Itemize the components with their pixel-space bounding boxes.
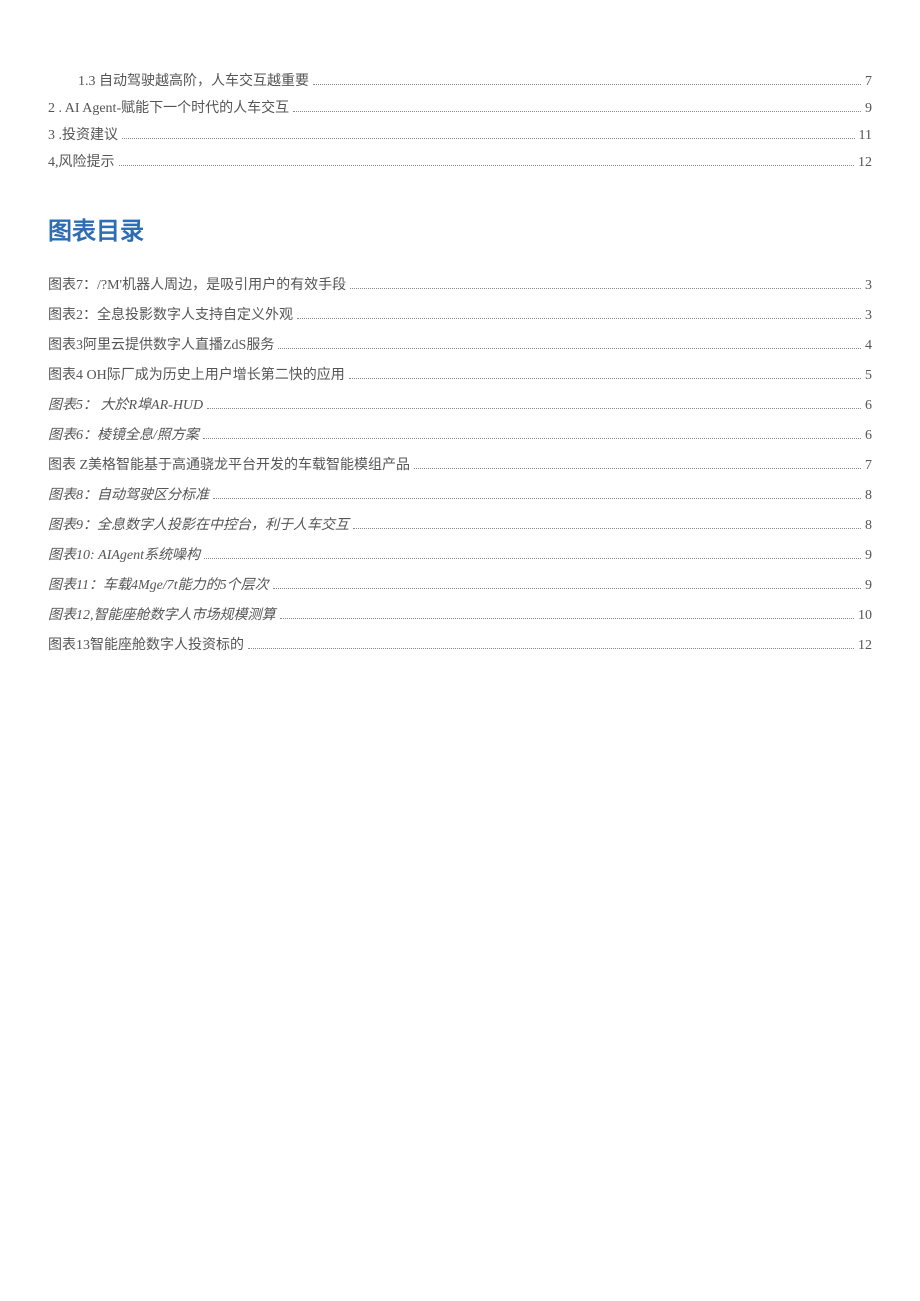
toc-page: 7 — [865, 458, 872, 474]
toc-page: 9 — [865, 548, 872, 564]
figure-toc-row[interactable]: 图表4 OH际厂成为历史上用户增长第二快的应用 5 — [48, 364, 872, 384]
toc-label: 图表13智能座舱数字人投资标的 — [48, 634, 244, 654]
toc-dots — [278, 348, 861, 349]
toc-label: 图表11：车载4Mge/7t能力的5个层次 — [48, 574, 269, 594]
toc-label: 图表2：全息投影数字人支持自定义外观 — [48, 304, 293, 324]
toc-label: 图表 Z美格智能基于高通骁龙平台开发的车载智能模组产品 — [48, 454, 410, 474]
toc-page: 3 — [865, 278, 872, 294]
figure-toc-row[interactable]: 图表5： 大於R埠AR-HUD 6 — [48, 394, 872, 414]
toc-dots — [207, 408, 861, 409]
toc-dots — [349, 378, 861, 379]
figures-toc-section: 图表7：/?M'机器人周边，是吸引用户的有效手段3图表2：全息投影数字人支持自定… — [48, 274, 872, 654]
toc-page: 12 — [858, 638, 872, 654]
toc-page: 10 — [858, 608, 872, 624]
toc-dots — [297, 318, 861, 319]
toc-label: 4,风险提示 — [48, 151, 115, 171]
toc-page: 11 — [859, 128, 872, 144]
toc-dots — [273, 588, 861, 589]
toc-page: 8 — [865, 488, 872, 504]
toc-dots — [293, 111, 861, 112]
figure-toc-row[interactable]: 图表6：棱镜全息/照方案 6 — [48, 424, 872, 444]
toc-label: 图表8：自动驾驶区分标准 — [48, 484, 209, 504]
toc-page: 7 — [865, 74, 872, 90]
toc-dots — [119, 165, 855, 166]
toc-label: 图表3阿里云提供数字人直播ZdS服务 — [48, 334, 274, 354]
figure-toc-row[interactable]: 图表7：/?M'机器人周边，是吸引用户的有效手段 3 — [48, 274, 872, 294]
toc-page: 4 — [865, 338, 872, 354]
toc-dots — [353, 528, 861, 529]
content-toc-row[interactable]: 2 . AI Agent-赋能下一个时代的人车交互 9 — [48, 97, 872, 117]
content-toc-row[interactable]: 4,风险提示 12 — [48, 151, 872, 171]
toc-page: 5 — [865, 368, 872, 384]
figure-toc-row[interactable]: 图表2：全息投影数字人支持自定义外观 3 — [48, 304, 872, 324]
toc-dots — [313, 84, 861, 85]
toc-page: 6 — [865, 398, 872, 414]
figure-toc-row[interactable]: 图表 Z美格智能基于高通骁龙平台开发的车载智能模组产品 7 — [48, 454, 872, 474]
toc-dots — [350, 288, 861, 289]
figure-toc-row[interactable]: 图表12,智能座舱数字人市场规模测算 10 — [48, 604, 872, 624]
toc-label: 图表4 OH际厂成为历史上用户增长第二快的应用 — [48, 364, 345, 384]
toc-dots — [280, 618, 855, 619]
figure-toc-row[interactable]: 图表3阿里云提供数字人直播ZdS服务 4 — [48, 334, 872, 354]
toc-label: 图表6：棱镜全息/照方案 — [48, 424, 199, 444]
figure-toc-row[interactable]: 图表13智能座舱数字人投资标的 12 — [48, 634, 872, 654]
toc-page: 9 — [865, 578, 872, 594]
toc-page: 3 — [865, 308, 872, 324]
toc-label: 3 .投资建议 — [48, 124, 118, 144]
toc-label: 图表5： 大於R埠AR-HUD — [48, 394, 203, 414]
content-toc-section: 1.3 自动驾驶越高阶，人车交互越重要 7 2 . AI Agent-赋能下一个时代… — [48, 70, 872, 171]
toc-dots — [213, 498, 861, 499]
toc-label: 1.3 自动驾驶越高阶，人车交互越重要 — [78, 70, 309, 90]
content-toc-row[interactable]: 1.3 自动驾驶越高阶，人车交互越重要 7 — [48, 70, 872, 90]
toc-dots — [122, 138, 855, 139]
figure-toc-row[interactable]: 图表11：车载4Mge/7t能力的5个层次 9 — [48, 574, 872, 594]
toc-page: 9 — [865, 101, 872, 117]
figures-toc-title: 图表目录 — [48, 211, 872, 246]
toc-label: 图表12,智能座舱数字人市场规模测算 — [48, 604, 276, 624]
toc-dots — [414, 468, 861, 469]
toc-dots — [248, 648, 854, 649]
toc-label: 图表10: AIAgent系统噪构 — [48, 544, 200, 564]
figure-toc-row[interactable]: 图表8：自动驾驶区分标准 8 — [48, 484, 872, 504]
toc-label: 图表7：/?M'机器人周边，是吸引用户的有效手段 — [48, 274, 346, 294]
figure-toc-row[interactable]: 图表10: AIAgent系统噪构 9 — [48, 544, 872, 564]
toc-page: 8 — [865, 518, 872, 534]
toc-dots — [203, 438, 861, 439]
toc-page: 12 — [858, 155, 872, 171]
toc-label: 图表9：全息数字人投影在中控台，利于人车交互 — [48, 514, 349, 534]
toc-dots — [204, 558, 861, 559]
content-toc-row[interactable]: 3 .投资建议 11 — [48, 124, 872, 144]
toc-label: 2 . AI Agent-赋能下一个时代的人车交互 — [48, 97, 289, 117]
toc-page: 6 — [865, 428, 872, 444]
figure-toc-row[interactable]: 图表9：全息数字人投影在中控台，利于人车交互 8 — [48, 514, 872, 534]
